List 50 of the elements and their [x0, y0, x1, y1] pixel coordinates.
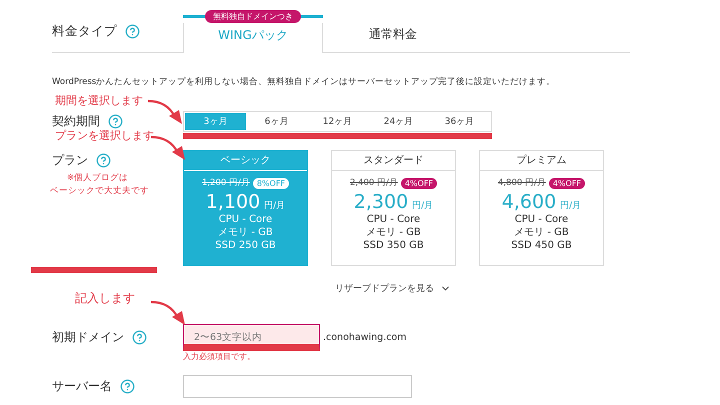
field-label: サーバー名 — [52, 378, 112, 395]
annotation-text: 記入します — [75, 290, 135, 306]
promo-badge: 無料独自ドメインつき — [205, 10, 301, 23]
plan-spec: メモリ - GB — [218, 226, 273, 239]
help-icon[interactable] — [125, 24, 140, 38]
plan-price: 1,100 — [206, 191, 260, 213]
plan-card[interactable]: プレミアム 4,800 円/月 4%OFF 4,600 円/月 CPU - Core メモリ - GB SSD 450 GB — [479, 150, 604, 266]
price-unit: 円/月 — [412, 200, 434, 212]
field-label: 初期ドメイン — [52, 329, 124, 346]
plan-spec: メモリ - GB — [366, 226, 421, 239]
plan-spec: CPU - Core — [366, 213, 420, 226]
annotation-text: ※個人ブログは — [67, 173, 128, 184]
list-price: 2,400 円/月 — [350, 177, 398, 189]
field-label: プラン — [52, 152, 88, 169]
notice-text: WordPressかんたんセットアップを利用しない場合、無料独自ドメインはサーバーセットアップ完了後に設定いただけます。 — [52, 76, 556, 89]
plan-spec: CPU - Core — [218, 213, 272, 226]
domain-input-field[interactable]: 2〜63文字以内 — [183, 324, 320, 351]
plan-price: 4,600 — [502, 191, 556, 213]
plan-price: 2,300 — [354, 191, 408, 213]
list-price: 1,200 円/月 — [202, 177, 250, 189]
domain-suffix: .conohawing.com — [323, 332, 407, 343]
price-unit: 円/月 — [264, 200, 286, 212]
plan-spec: メモリ - GB — [514, 226, 569, 239]
field-label: 料金タイプ — [52, 22, 117, 40]
annotation-text: 期間を選択します — [55, 94, 143, 109]
discount-badge: 8%OFF — [252, 178, 290, 188]
annotation-text: ベーシックで大丈夫です — [50, 186, 149, 198]
arrow — [148, 100, 182, 124]
plan-spec: CPU - Core — [514, 213, 568, 226]
annotation-text: プランを選択します — [55, 129, 154, 144]
price-unit: 円/月 — [560, 200, 582, 212]
plan-card[interactable]: スタンダード 2,400 円/月 4%OFF 2,300 円/月 CPU - Core メモリ - GB SSD 350 GB — [331, 150, 456, 266]
plan-spec: SSD 450 GB — [511, 239, 572, 252]
reserved-plan-link[interactable]: リザーブドプランを見る — [335, 282, 451, 295]
field-label: 契約期間 — [52, 113, 100, 130]
error-message: 入力必須項目です。 — [183, 351, 256, 362]
plan-spec: SSD 250 GB — [215, 239, 276, 252]
list-price: 4,800 円/月 — [498, 177, 546, 189]
server-name-field[interactable] — [183, 375, 412, 398]
plan-name: プレミアム — [480, 151, 603, 171]
help-icon[interactable] — [96, 153, 111, 168]
plan-spec: SSD 350 GB — [363, 239, 424, 252]
help-icon[interactable] — [108, 114, 123, 129]
help-icon[interactable] — [120, 379, 135, 394]
arrow — [150, 300, 185, 325]
discount-badge: 4%OFF — [400, 178, 438, 188]
help-icon[interactable] — [132, 330, 147, 345]
discount-badge: 4%OFF — [548, 178, 586, 188]
plan-name: スタンダード — [332, 151, 455, 171]
plan-name: ベーシック — [184, 151, 307, 171]
